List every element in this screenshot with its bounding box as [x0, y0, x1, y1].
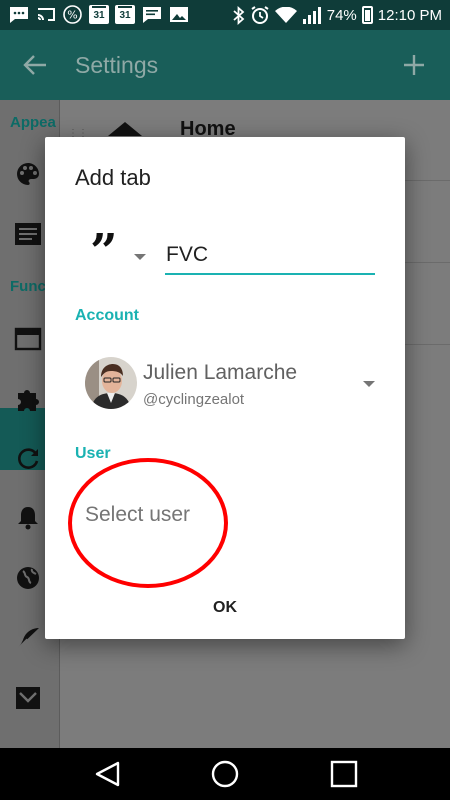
quote-icon: ” [90, 224, 118, 280]
inbox-icon[interactable] [14, 684, 42, 712]
back-triangle-icon[interactable] [92, 760, 122, 788]
bell-icon[interactable] [14, 504, 42, 532]
bluetooth-icon [233, 5, 245, 25]
svg-text:%: % [67, 9, 77, 22]
app-toolbar: Settings [0, 30, 450, 100]
wifi-icon [274, 6, 297, 23]
annotation-circle [68, 458, 228, 588]
plus-icon[interactable] [402, 53, 426, 77]
dialog-title: Add tab [75, 165, 151, 190]
palette-icon[interactable] [14, 160, 42, 188]
calendar-icon: 31 [115, 5, 135, 24]
home-circle-icon[interactable] [210, 760, 240, 788]
feather-icon[interactable] [14, 624, 42, 652]
chat-icon [141, 5, 162, 24]
cast-icon [35, 5, 56, 24]
chevron-down-icon [363, 381, 375, 387]
refresh-icon[interactable] [14, 445, 42, 473]
percent-icon: % [62, 5, 83, 24]
tab-icon[interactable] [14, 325, 42, 353]
home-arrow-icon [108, 122, 142, 136]
alarm-icon [251, 6, 269, 24]
chevron-down-icon [134, 254, 146, 260]
user-label: User [75, 445, 111, 462]
notification-icons: % 31 31 [8, 5, 189, 24]
nav-bar [0, 748, 450, 800]
calendar-icon: 31 [89, 5, 109, 24]
page-title: Settings [75, 52, 159, 78]
signal-icon [302, 7, 321, 24]
image-icon [168, 5, 189, 24]
battery-percent: 74% [326, 6, 357, 24]
tab-type-dropdown[interactable]: ” [90, 228, 172, 276]
clock: 12:10 PM [377, 6, 442, 24]
account-label: Account [75, 307, 139, 324]
status-bar: % 31 31 74% 12:10 PM [0, 0, 450, 30]
recents-square-icon[interactable] [329, 760, 359, 788]
sidebar-section-appearance: Appea [10, 114, 56, 131]
battery-icon [361, 6, 373, 24]
sidebar-section-functions: Func [10, 278, 46, 295]
account-selector[interactable]: Julien Lamarche @cyclingzealot [75, 349, 380, 415]
message-icon [8, 5, 29, 24]
system-status: 74% 12:10 PM [232, 5, 442, 25]
avatar [85, 357, 137, 409]
account-handle: @cyclingzealot [143, 391, 245, 408]
globe-icon[interactable] [14, 564, 42, 592]
arrow-left-icon[interactable] [22, 53, 48, 77]
list-icon[interactable] [14, 220, 42, 248]
puzzle-icon[interactable] [14, 385, 42, 413]
ok-button[interactable]: OK [195, 593, 255, 623]
tab-name-input[interactable] [165, 233, 375, 275]
account-name: Julien Lamarche [143, 361, 298, 384]
